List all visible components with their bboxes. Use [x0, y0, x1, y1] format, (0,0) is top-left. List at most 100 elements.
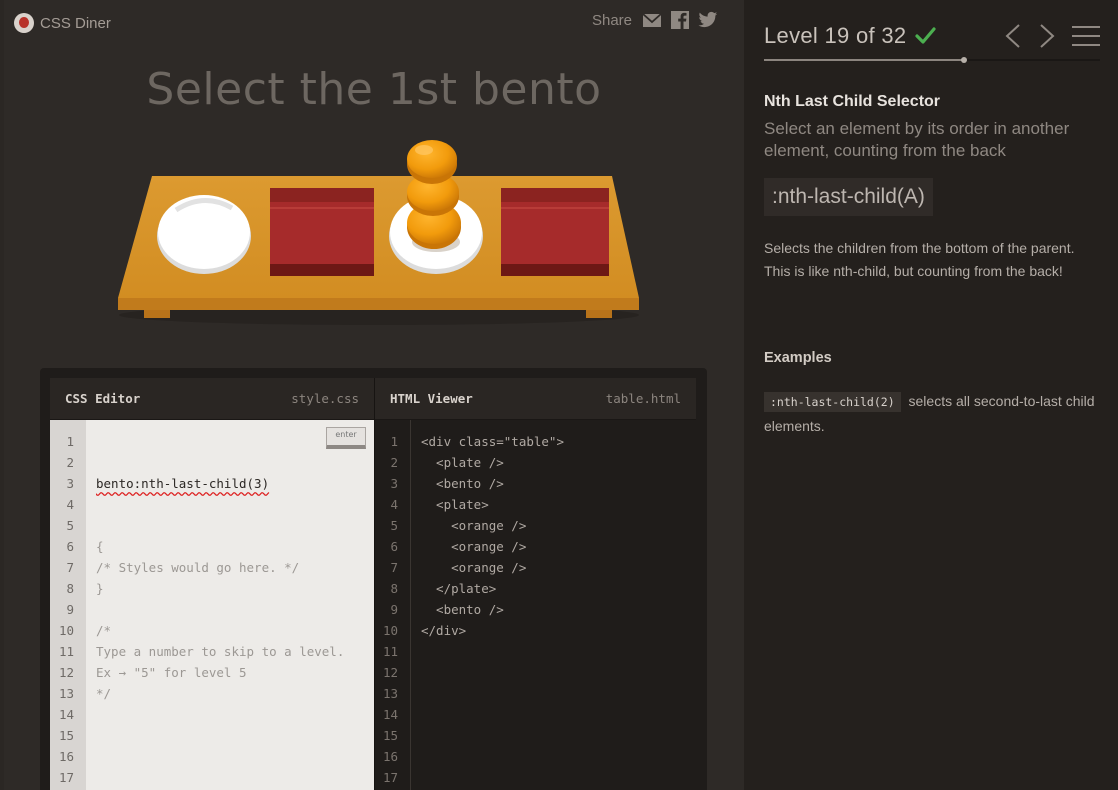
markup-line[interactable]: <bento /> [421, 599, 696, 620]
line-number: 1 [66, 434, 74, 449]
level-progress-marker [960, 57, 967, 63]
code-line: */ [96, 686, 112, 701]
html-line-numbers: 1 2 3 4 5 6 7 8 9 10 11 12 13 14 15 16 17 [375, 420, 411, 790]
line-number: 15 [382, 728, 398, 743]
code-line: /* Styles would go here. */ [96, 560, 300, 575]
css-editor-filename: style.css [291, 391, 359, 406]
menu-icon[interactable] [1072, 24, 1100, 48]
share-label: Share [591, 11, 632, 29]
line-number: 15 [58, 728, 74, 743]
mail-icon[interactable] [642, 10, 662, 30]
bento[interactable] [270, 188, 374, 276]
line-number: 12 [58, 665, 74, 680]
markup-line[interactable]: <plate /> [421, 452, 696, 473]
orange[interactable] [407, 140, 457, 184]
line-number: 10 [382, 623, 398, 638]
line-number: 3 [390, 476, 398, 491]
logo[interactable]: CSS Diner [14, 12, 111, 34]
code-line: { [96, 539, 104, 554]
line-number: 6 [390, 539, 398, 554]
example-code: :nth-last-child(2) [764, 392, 901, 412]
plate-with-oranges[interactable] [389, 140, 483, 274]
line-number: 10 [58, 623, 74, 638]
table-edge [118, 298, 639, 310]
level-progress-fill [764, 59, 964, 61]
css-editor-pane: CSS Editor style.css 1 2 3 4 5 6 7 8 9 10 11 12 13 14… [50, 378, 374, 790]
line-number: 13 [382, 686, 398, 701]
code-line: Type a number to skip to a level. [96, 644, 345, 659]
twitter-icon[interactable] [698, 10, 718, 30]
line-number: 14 [58, 707, 74, 722]
line-number: 4 [390, 497, 398, 512]
line-number: 4 [66, 497, 74, 512]
level-indicator[interactable]: Level 19 of 32 [764, 23, 906, 49]
html-viewer-pane: HTML Viewer table.html 1 2 3 4 5 6 7 8 9 10 11 12 13… [374, 378, 696, 790]
markup-line[interactable]: </plate> [421, 578, 696, 599]
html-viewer-filename: table.html [605, 391, 681, 406]
line-number: 5 [66, 518, 74, 533]
line-number: 7 [66, 560, 74, 575]
css-line-numbers: 1 2 3 4 5 6 7 8 9 10 11 12 13 14 15 16 17 [50, 420, 86, 790]
app-name: CSS Diner [40, 14, 111, 32]
selector-syntax: :nth-last-child(A) [764, 178, 933, 216]
html-code-area: <div class="table"> <plate /> <bento /> … [411, 420, 696, 790]
line-number: 11 [58, 644, 74, 659]
sidebar: Level 19 of 32 Nth Last Child Selector S… [744, 0, 1118, 790]
code-line: } [96, 581, 104, 596]
markup-line[interactable]: <orange /> [421, 515, 696, 536]
line-number: 5 [390, 518, 398, 533]
enter-button[interactable]: enter [326, 427, 366, 449]
css-code-area[interactable]: bento:nth-last-child(3) { /* Styles would… [86, 420, 374, 790]
line-number: 12 [382, 665, 398, 680]
line-number: 16 [58, 749, 74, 764]
next-level-icon[interactable] [1038, 23, 1056, 49]
checkmark-icon [915, 27, 937, 44]
previous-level-icon[interactable] [1004, 23, 1022, 49]
selector-name: Nth Last Child Selector [764, 93, 941, 110]
markup-line[interactable]: </div> [421, 620, 696, 641]
level-progress-bar [764, 57, 1100, 63]
line-number: 6 [66, 539, 74, 554]
level-instruction: Select the 1st bento [146, 64, 602, 115]
line-number: 9 [66, 602, 74, 617]
markup-line[interactable]: <div class="table"> [421, 431, 696, 452]
plate[interactable] [157, 195, 251, 274]
line-number: 16 [382, 749, 398, 764]
line-number: 2 [390, 455, 398, 470]
markup-line[interactable]: <orange /> [421, 536, 696, 557]
line-number: 9 [390, 602, 398, 617]
line-number: 7 [390, 560, 398, 575]
line-number: 13 [58, 686, 74, 701]
selector-hint: Selects the children from the bottom of … [764, 240, 1075, 279]
markup-line[interactable]: <plate> [421, 494, 696, 515]
game-area: CSS Diner Share Select the 1st bento CSS… [4, 0, 744, 790]
html-viewer-title: HTML Viewer [390, 391, 473, 406]
logo-icon [14, 13, 34, 33]
code-line: /* [96, 623, 112, 638]
level-header: Level 19 of 32 [764, 20, 1100, 52]
bento[interactable] [501, 188, 609, 276]
line-number: 2 [66, 455, 74, 470]
line-number: 17 [58, 770, 74, 785]
line-number: 3 [66, 476, 74, 491]
line-number: 8 [390, 581, 398, 596]
selector-description: Select an element by its order in anothe… [764, 119, 1070, 160]
line-number: 1 [390, 434, 398, 449]
line-number: 14 [382, 707, 398, 722]
example-item: :nth-last-child(2) selects all second-to… [764, 389, 1104, 439]
html-viewer-header: HTML Viewer table.html [375, 378, 696, 420]
share-bar: Share [592, 10, 718, 30]
examples-heading: Examples [764, 350, 832, 366]
css-editor-title: CSS Editor [65, 391, 141, 406]
css-selector-input[interactable]: bento:nth-last-child(3) [96, 473, 374, 494]
editor-window: CSS Editor style.css 1 2 3 4 5 6 7 8 9 10 11 12 13 14… [40, 368, 707, 790]
markup-line[interactable]: <orange /> [421, 557, 696, 578]
markup-line[interactable]: <bento /> [421, 473, 696, 494]
line-number: 17 [382, 770, 398, 785]
line-number: 11 [382, 644, 398, 659]
facebook-icon[interactable] [670, 10, 690, 30]
table-scene [118, 140, 639, 325]
line-number: 8 [66, 581, 74, 596]
css-editor-header: CSS Editor style.css [50, 378, 374, 420]
